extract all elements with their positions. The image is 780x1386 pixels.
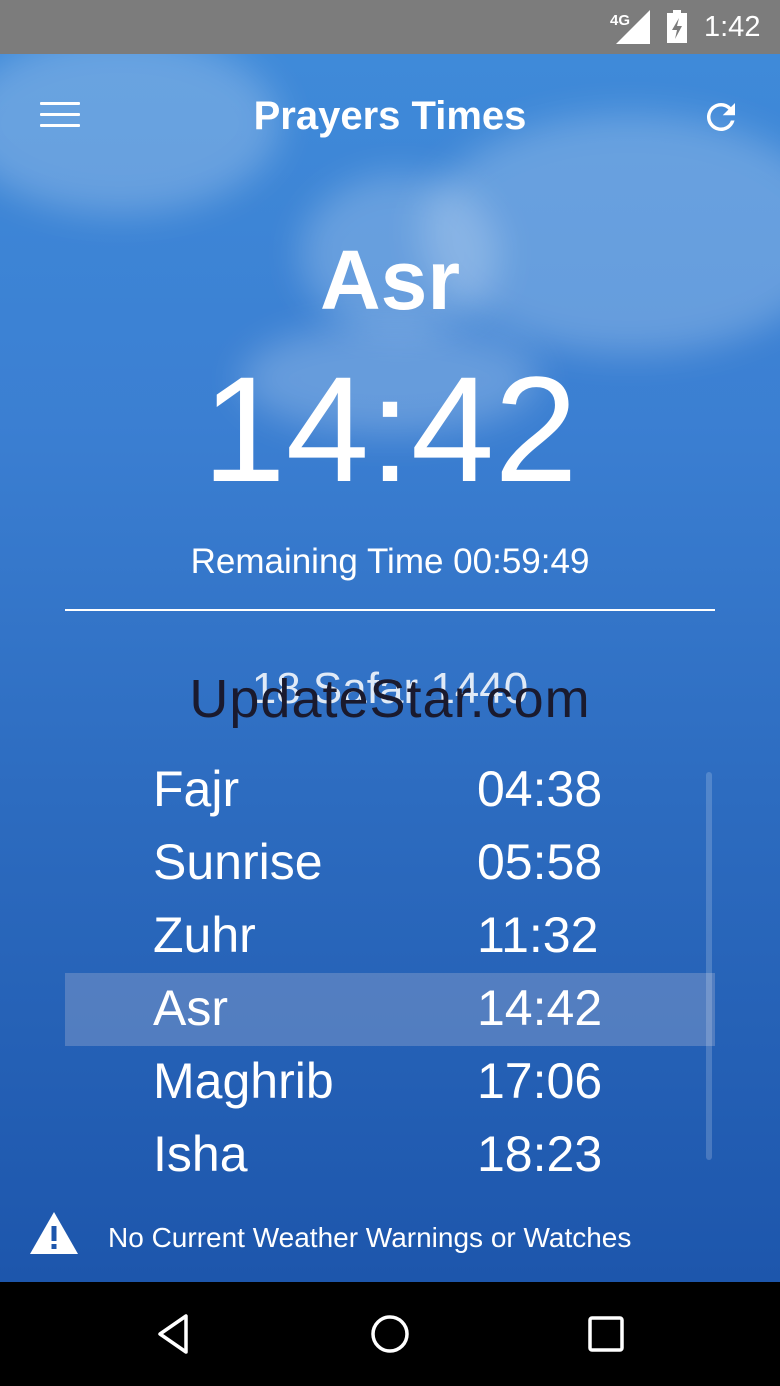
prayer-name: Isha bbox=[153, 1126, 248, 1182]
prayer-name: Fajr bbox=[153, 761, 240, 817]
list-scrollbar[interactable] bbox=[706, 772, 712, 1160]
prayer-time: 18:23 bbox=[477, 1126, 603, 1182]
prayer-row-isha[interactable]: Isha 18:23 bbox=[65, 1119, 715, 1182]
prayer-name: Zuhr bbox=[153, 907, 256, 963]
recents-icon[interactable] bbox=[584, 1312, 628, 1356]
refresh-icon[interactable] bbox=[700, 96, 742, 138]
navigation-bar bbox=[0, 1282, 780, 1386]
prayer-name: Maghrib bbox=[153, 1053, 334, 1109]
prayer-name: Asr bbox=[153, 980, 228, 1036]
prayer-row-asr[interactable]: Asr 14:42 bbox=[65, 973, 715, 1046]
prayer-row-fajr[interactable]: Fajr 04:38 bbox=[65, 754, 715, 827]
app-screen: Prayers Times Asr 14:42 Remaining Time 0… bbox=[0, 54, 780, 1282]
status-bar: 4G 1:42 bbox=[0, 0, 780, 54]
prayer-time: 11:32 bbox=[477, 907, 599, 963]
back-icon[interactable] bbox=[152, 1312, 196, 1356]
remaining-time: Remaining Time 00:59:49 bbox=[190, 542, 590, 581]
prayer-time: 14:42 bbox=[477, 980, 603, 1036]
prayer-row-maghrib[interactable]: Maghrib 17:06 bbox=[65, 1046, 715, 1119]
warning-icon bbox=[30, 1212, 78, 1254]
watermark: UpdateStar.com bbox=[189, 669, 591, 729]
prayer-list[interactable]: Fajr 04:38 Sunrise 05:58 Zuhr 11:32 Asr … bbox=[65, 754, 715, 1182]
prayer-time: 04:38 bbox=[477, 761, 603, 817]
prayer-row-sunrise[interactable]: Sunrise 05:58 bbox=[65, 827, 715, 900]
current-prayer-time: 14:42 bbox=[202, 345, 578, 513]
battery-charging-icon bbox=[667, 10, 687, 43]
clock: 1:42 bbox=[704, 11, 761, 43]
current-prayer-name: Asr bbox=[319, 233, 461, 327]
weather-message: No Current Weather Warnings or Watches bbox=[108, 1222, 632, 1253]
divider bbox=[65, 609, 715, 611]
prayer-name: Sunrise bbox=[153, 834, 323, 890]
signal-icon bbox=[616, 10, 650, 44]
home-icon[interactable] bbox=[368, 1312, 412, 1356]
prayer-row-zuhr[interactable]: Zuhr 11:32 bbox=[65, 900, 715, 973]
prayer-time: 05:58 bbox=[477, 834, 603, 890]
prayer-time: 17:06 bbox=[477, 1053, 603, 1109]
weather-warning-bar[interactable]: No Current Weather Warnings or Watches bbox=[0, 1204, 780, 1282]
page-title: Prayers Times bbox=[253, 94, 527, 138]
